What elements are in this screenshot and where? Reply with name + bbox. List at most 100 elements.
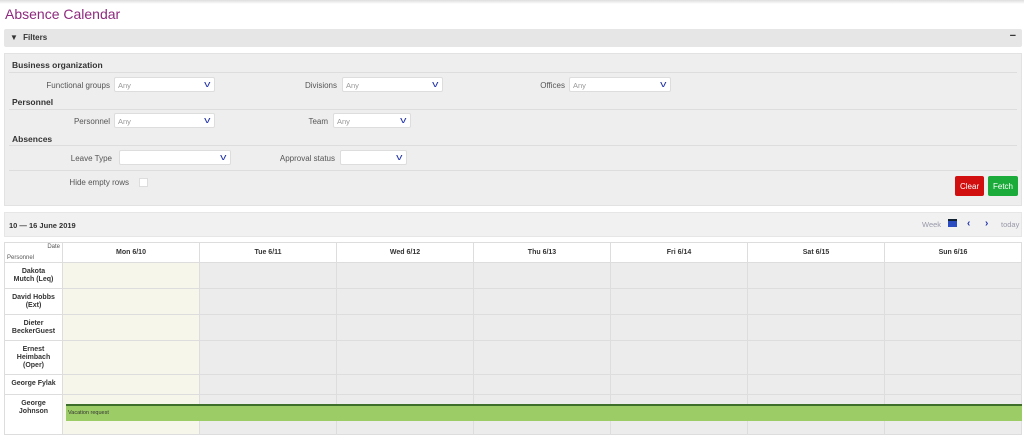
select-value: Any — [346, 81, 359, 90]
divider — [9, 72, 1017, 73]
divider — [9, 145, 1017, 146]
chevron-down-icon: v — [203, 79, 210, 89]
day-cell — [610, 340, 748, 375]
filters-header[interactable]: ▼ Filters − — [4, 29, 1022, 47]
functional-groups-label: Functional groups — [46, 81, 110, 90]
personnel-select[interactable]: Any v — [114, 113, 215, 128]
day-cell — [199, 340, 337, 375]
personnel-row-label: David Hobbs (Ext) — [4, 288, 63, 315]
select-value: Any — [573, 81, 586, 90]
day-cell — [747, 340, 885, 375]
corner-personnel-label: Personnel — [7, 255, 35, 261]
day-cell — [62, 374, 200, 395]
approval-status-label: Approval status — [279, 154, 335, 163]
chevron-down-icon: v — [659, 79, 666, 89]
filter-icon: ▼ — [10, 33, 18, 42]
section-absences: Absences — [12, 134, 53, 144]
chevron-down-icon: v — [431, 79, 438, 89]
day-cell — [199, 314, 337, 341]
offices-select[interactable]: Any v — [569, 77, 671, 92]
day-header: Sun 6/16 — [884, 242, 1022, 263]
divisions-select[interactable]: Any v — [342, 77, 443, 92]
day-header: Fri 6/14 — [610, 242, 748, 263]
fetch-button[interactable]: Fetch — [988, 176, 1019, 196]
corner-header: Date Personnel — [4, 242, 63, 263]
section-personnel: Personnel — [12, 97, 54, 107]
day-cell — [473, 262, 611, 289]
day-cell — [473, 374, 611, 395]
day-cell — [62, 262, 200, 289]
offices-label: Offices — [540, 81, 565, 90]
chevron-down-icon: v — [395, 152, 402, 162]
week-view-button[interactable]: Week — [922, 220, 941, 229]
day-cell — [884, 340, 1022, 375]
day-header: Sat 6/15 — [747, 242, 885, 263]
personnel-row-label: Ernest Heimbach (Oper) — [4, 340, 63, 375]
filters-label: Filters — [23, 33, 48, 42]
day-cell — [199, 262, 337, 289]
top-shadow — [0, 0, 1024, 4]
hide-empty-rows-checkbox[interactable] — [139, 178, 148, 187]
day-cell — [62, 340, 200, 375]
day-cell — [884, 314, 1022, 341]
page-title: Absence Calendar — [5, 6, 121, 22]
clear-button[interactable]: Clear — [955, 176, 985, 196]
leave-type-label: Leave Type — [70, 154, 112, 163]
calendar-icon[interactable] — [948, 219, 957, 227]
section-business: Business organization — [12, 60, 103, 70]
divider — [9, 170, 1017, 171]
minus-icon[interactable]: − — [1010, 30, 1016, 42]
divisions-label: Divisions — [304, 81, 337, 90]
functional-groups-select[interactable]: Any v — [114, 77, 215, 92]
select-value: Any — [118, 117, 131, 126]
day-cell — [473, 340, 611, 375]
event-bar[interactable]: Vacation request — [66, 404, 1022, 421]
chevron-down-icon: v — [219, 152, 226, 162]
day-cell — [336, 288, 474, 315]
day-cell — [336, 340, 474, 375]
day-cell — [610, 262, 748, 289]
day-cell — [884, 288, 1022, 315]
team-label: Team — [308, 117, 328, 126]
date-range-bar: 10 — 16 June 2019 — [4, 212, 1022, 237]
select-value: Any — [118, 81, 131, 90]
day-cell — [336, 314, 474, 341]
date-range: 10 — 16 June 2019 — [9, 221, 76, 230]
personnel-label: Personnel — [73, 117, 110, 126]
personnel-row-label: George Johnson — [4, 394, 63, 435]
day-header: Tue 6/11 — [199, 242, 337, 263]
day-cell — [747, 314, 885, 341]
day-cell — [62, 314, 200, 341]
day-cell — [199, 288, 337, 315]
day-cell — [199, 374, 337, 395]
select-value: Any — [337, 117, 350, 126]
day-cell — [610, 374, 748, 395]
leave-type-select[interactable]: v — [119, 150, 231, 165]
team-select[interactable]: Any v — [333, 113, 411, 128]
next-week-button[interactable]: › — [985, 218, 988, 229]
chevron-down-icon: v — [399, 115, 406, 125]
approval-status-select[interactable]: v — [340, 150, 407, 165]
day-cell — [336, 374, 474, 395]
day-cell — [747, 374, 885, 395]
personnel-row-label: George Fylak — [4, 374, 63, 395]
hide-empty-rows-label: Hide empty rows — [69, 178, 129, 187]
today-button[interactable]: today — [1001, 220, 1019, 229]
day-cell — [747, 288, 885, 315]
chevron-down-icon: v — [203, 115, 210, 125]
divider — [9, 109, 1017, 110]
day-cell — [884, 262, 1022, 289]
day-cell — [62, 288, 200, 315]
personnel-row-label: Dakota Mutch (Leq) — [4, 262, 63, 289]
prev-week-button[interactable]: ‹ — [967, 218, 970, 229]
personnel-row-label: Dieter BeckerGuest — [4, 314, 63, 341]
day-cell — [610, 314, 748, 341]
day-cell — [747, 262, 885, 289]
day-cell — [336, 262, 474, 289]
day-header: Thu 6/13 — [473, 242, 611, 263]
day-cell — [610, 288, 748, 315]
day-header: Wed 6/12 — [336, 242, 474, 263]
filters-panel: Business organization Functional groups … — [4, 53, 1022, 206]
day-cell — [473, 314, 611, 341]
day-cell — [884, 374, 1022, 395]
